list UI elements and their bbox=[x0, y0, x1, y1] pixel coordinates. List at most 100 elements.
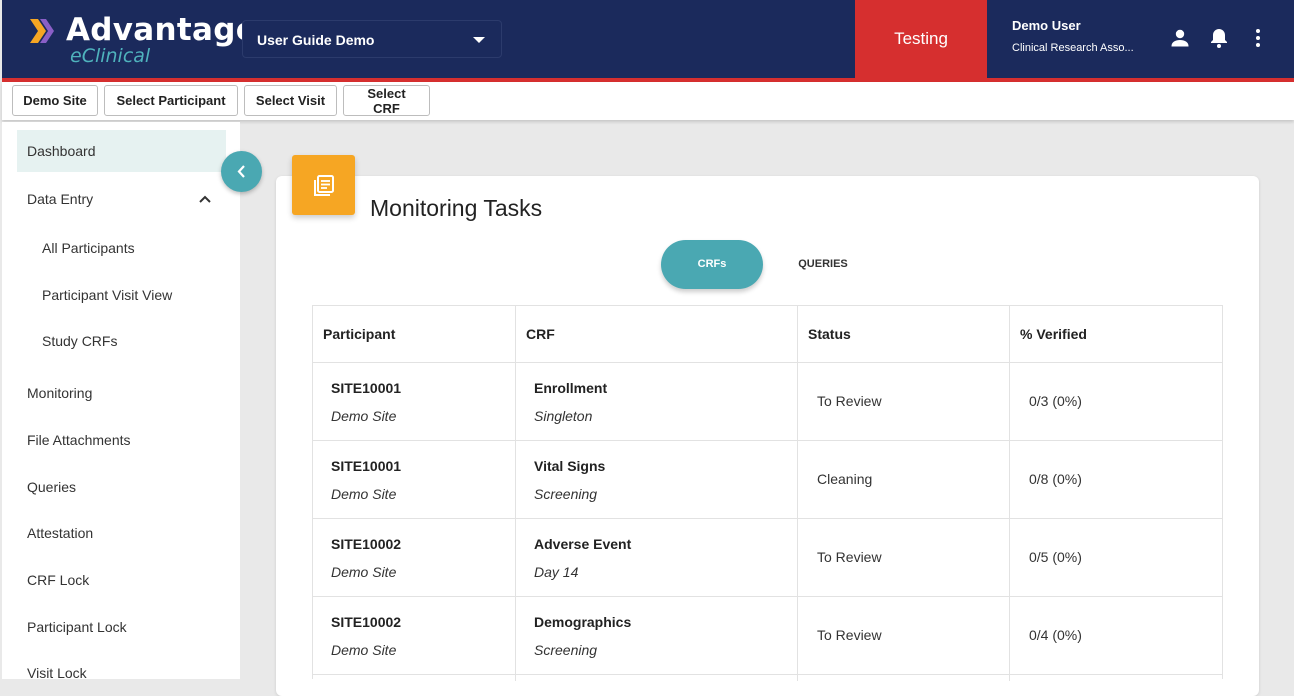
participant-site: Demo Site bbox=[331, 408, 397, 424]
participant-cell: SITE10002 Demo Site bbox=[313, 597, 516, 674]
sidebar-item-label: Monitoring bbox=[27, 385, 93, 401]
status-text: To Review bbox=[817, 393, 882, 409]
site-button[interactable]: Demo Site bbox=[12, 85, 98, 116]
sidebar-collapse-button[interactable] bbox=[221, 151, 262, 192]
column-header-verified[interactable]: % Verified bbox=[1010, 306, 1222, 362]
sidebar-item-visit-lock[interactable]: Visit Lock bbox=[2, 659, 240, 689]
sidebar-item-label: Queries bbox=[27, 479, 77, 495]
crf-cell: Vital Signs Screening bbox=[516, 441, 798, 518]
column-header-participant[interactable]: Participant bbox=[313, 306, 516, 362]
crf-visit: Screening bbox=[534, 486, 598, 502]
tab-crfs[interactable]: CRFs bbox=[661, 240, 763, 289]
participant-cell bbox=[313, 675, 516, 681]
crf-cell: Demographics Screening bbox=[516, 597, 798, 674]
logo-wordmark: Advantage bbox=[66, 12, 258, 48]
verified-cell: 0/5 (0%) bbox=[1010, 519, 1222, 596]
column-header-status[interactable]: Status bbox=[798, 306, 1010, 362]
crf-name: Demographics bbox=[534, 614, 632, 630]
verified-cell: 0/4 (0%) bbox=[1010, 597, 1222, 674]
sidebar-item-queries[interactable]: Queries bbox=[2, 473, 240, 503]
sidebar-item-attestation[interactable]: Attestation bbox=[2, 519, 240, 549]
crf-visit: Day 14 bbox=[534, 564, 579, 580]
crf-name: Vital Signs bbox=[534, 458, 606, 474]
participant-site: Demo Site bbox=[331, 642, 397, 658]
user-info[interactable]: Demo User Clinical Research Asso... bbox=[1012, 18, 1152, 54]
app-header: Advantage eClinical User Guide Demo Test… bbox=[2, 0, 1294, 82]
participant-id: SITE10001 bbox=[331, 380, 402, 396]
tasks-icon bbox=[292, 155, 355, 215]
user-name: Demo User bbox=[1012, 18, 1081, 33]
verified-text: 0/8 (0%) bbox=[1029, 471, 1082, 487]
logo-chevron-icon bbox=[30, 19, 54, 43]
sidebar-item-study-crfs[interactable]: Study CRFs bbox=[2, 327, 240, 357]
verified-text: 0/3 (0%) bbox=[1029, 393, 1082, 409]
sidebar: Dashboard Data Entry All Participants Pa… bbox=[2, 122, 240, 681]
sidebar-item-label: Participant Visit View bbox=[42, 287, 173, 303]
study-select[interactable]: User Guide Demo bbox=[242, 20, 502, 58]
app-logo[interactable]: Advantage eClinical bbox=[28, 12, 257, 68]
study-select-value: User Guide Demo bbox=[257, 32, 375, 48]
environment-badge: Testing bbox=[855, 0, 987, 78]
verified-cell: 0/3 (0%) bbox=[1010, 363, 1222, 440]
status-cell: To Review bbox=[798, 363, 1010, 440]
chevron-down-icon bbox=[473, 37, 485, 43]
more-vert-icon[interactable] bbox=[1246, 26, 1270, 50]
table-row[interactable]: SITE10001 Demo Site Vital Signs Screenin… bbox=[313, 440, 1222, 518]
status-cell: To Review bbox=[798, 597, 1010, 674]
verified-text: 0/5 (0%) bbox=[1029, 549, 1082, 565]
sidebar-item-label: File Attachments bbox=[27, 432, 131, 448]
verified-cell: 0/8 (0%) bbox=[1010, 441, 1222, 518]
sidebar-item-label: Attestation bbox=[27, 525, 94, 541]
participant-cell: SITE10001 Demo Site bbox=[313, 363, 516, 440]
crf-visit: Screening bbox=[534, 642, 598, 658]
table-row[interactable]: SITE10001 Demo Site Enrollment Singleton… bbox=[313, 362, 1222, 440]
sidebar-item-label: All Participants bbox=[42, 240, 135, 256]
select-crf-button[interactable]: Select CRF bbox=[343, 85, 430, 116]
participant-id: SITE10001 bbox=[331, 458, 402, 474]
sidebar-item-all-participants[interactable]: All Participants bbox=[2, 234, 240, 264]
sidebar-item-file-attachments[interactable]: File Attachments bbox=[2, 426, 240, 456]
table-row[interactable]: SITE10002 Demo Site Adverse Event Day 14… bbox=[313, 518, 1222, 596]
status-text: To Review bbox=[817, 627, 882, 643]
sidebar-item-label: Study CRFs bbox=[42, 333, 118, 349]
crf-cell: Enrollment Singleton bbox=[516, 363, 798, 440]
sidebar-item-participant-lock[interactable]: Participant Lock bbox=[2, 613, 240, 643]
chevron-left-icon bbox=[237, 165, 245, 178]
crf-visit: Singleton bbox=[534, 408, 593, 424]
page-title: Monitoring Tasks bbox=[370, 195, 543, 221]
sidebar-item-participant-visit-view[interactable]: Participant Visit View bbox=[2, 281, 240, 311]
sidebar-item-crf-lock[interactable]: CRF Lock bbox=[2, 566, 240, 596]
sidebar-item-label: Data Entry bbox=[27, 191, 94, 207]
participant-cell: SITE10001 Demo Site bbox=[313, 441, 516, 518]
status-text: To Review bbox=[817, 549, 882, 565]
status-cell: To Review bbox=[798, 519, 1010, 596]
sidebar-item-label: Dashboard bbox=[27, 143, 96, 159]
context-bar: Demo Site Select Participant Select Visi… bbox=[2, 82, 1294, 120]
crf-cell bbox=[516, 675, 798, 681]
status-cell: Cleaning bbox=[798, 441, 1010, 518]
table-row[interactable]: SITE10002 Demo Site Demographics Screeni… bbox=[313, 596, 1222, 674]
bell-icon[interactable] bbox=[1207, 26, 1231, 50]
participant-site: Demo Site bbox=[331, 564, 397, 580]
chevron-up-icon[interactable] bbox=[198, 192, 212, 206]
crf-name: Adverse Event bbox=[534, 536, 632, 552]
participant-id: SITE10002 bbox=[331, 614, 402, 630]
select-participant-button[interactable]: Select Participant bbox=[104, 85, 238, 116]
crf-cell: Adverse Event Day 14 bbox=[516, 519, 798, 596]
sidebar-item-dashboard[interactable]: Dashboard bbox=[17, 130, 226, 172]
column-header-crf[interactable]: CRF bbox=[516, 306, 798, 362]
tab-queries[interactable]: QUERIES bbox=[785, 240, 861, 289]
sidebar-item-data-entry[interactable]: Data Entry bbox=[2, 184, 240, 214]
sidebar-item-label: CRF Lock bbox=[27, 572, 90, 588]
status-text: Cleaning bbox=[817, 471, 873, 487]
select-visit-button[interactable]: Select Visit bbox=[244, 85, 337, 116]
user-role: Clinical Research Asso... bbox=[1012, 42, 1134, 54]
crf-name: Enrollment bbox=[534, 380, 608, 396]
logo-subtitle: eClinical bbox=[70, 45, 151, 67]
status-cell bbox=[798, 675, 1010, 681]
table-row-partial bbox=[313, 674, 1222, 681]
sidebar-item-monitoring[interactable]: Monitoring bbox=[2, 379, 240, 409]
tasks-table: Participant CRF Status % Verified SITE10… bbox=[312, 305, 1223, 681]
person-icon[interactable] bbox=[1168, 26, 1192, 50]
participant-id: SITE10002 bbox=[331, 536, 402, 552]
